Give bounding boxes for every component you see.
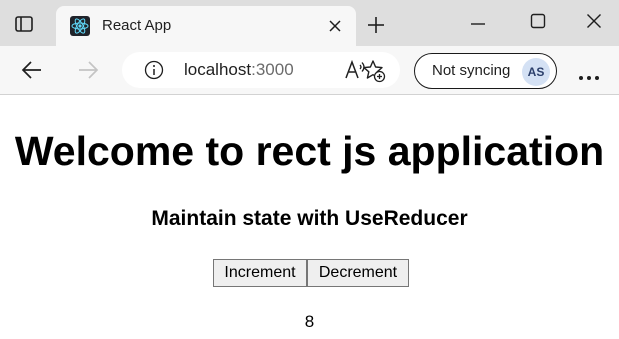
back-arrow-icon[interactable] xyxy=(20,59,44,81)
address-bar[interactable]: localhost:3000 xyxy=(122,52,400,88)
minimize-icon[interactable] xyxy=(470,16,486,32)
maximize-icon[interactable] xyxy=(530,13,546,29)
tab-strip: React App xyxy=(0,0,619,46)
close-tab-icon[interactable] xyxy=(326,17,344,35)
react-logo-icon xyxy=(70,16,90,36)
url-text[interactable]: localhost:3000 xyxy=(184,60,294,80)
browser-toolbar: localhost:3000 Not syncing AS xyxy=(0,46,619,95)
close-window-icon[interactable] xyxy=(586,13,602,29)
tab-title: React App xyxy=(102,17,172,34)
url-port: :3000 xyxy=(251,60,294,79)
increment-button[interactable]: Increment xyxy=(213,259,307,287)
avatar: AS xyxy=(522,58,550,86)
decrement-button[interactable]: Decrement xyxy=(307,259,409,287)
favorite-add-icon[interactable] xyxy=(362,59,386,83)
new-tab-icon[interactable] xyxy=(366,15,386,35)
url-host: localhost xyxy=(184,60,252,79)
button-row: Increment Decrement xyxy=(213,259,409,287)
page-content: Welcome to rect js application Maintain … xyxy=(0,96,619,339)
tab-actions-icon[interactable] xyxy=(14,14,34,34)
more-icon[interactable] xyxy=(578,68,600,80)
sync-status-label: Not syncing xyxy=(432,62,511,79)
page-title: Welcome to rect js application xyxy=(14,128,605,174)
counter-value: 8 xyxy=(304,312,315,331)
page-subtitle: Maintain state with UseReducer xyxy=(151,207,468,230)
profile-sync-button[interactable]: Not syncing AS xyxy=(414,53,557,89)
active-tab[interactable]: React App xyxy=(56,6,356,46)
info-icon[interactable] xyxy=(144,60,164,80)
forward-arrow-icon[interactable] xyxy=(76,59,100,81)
